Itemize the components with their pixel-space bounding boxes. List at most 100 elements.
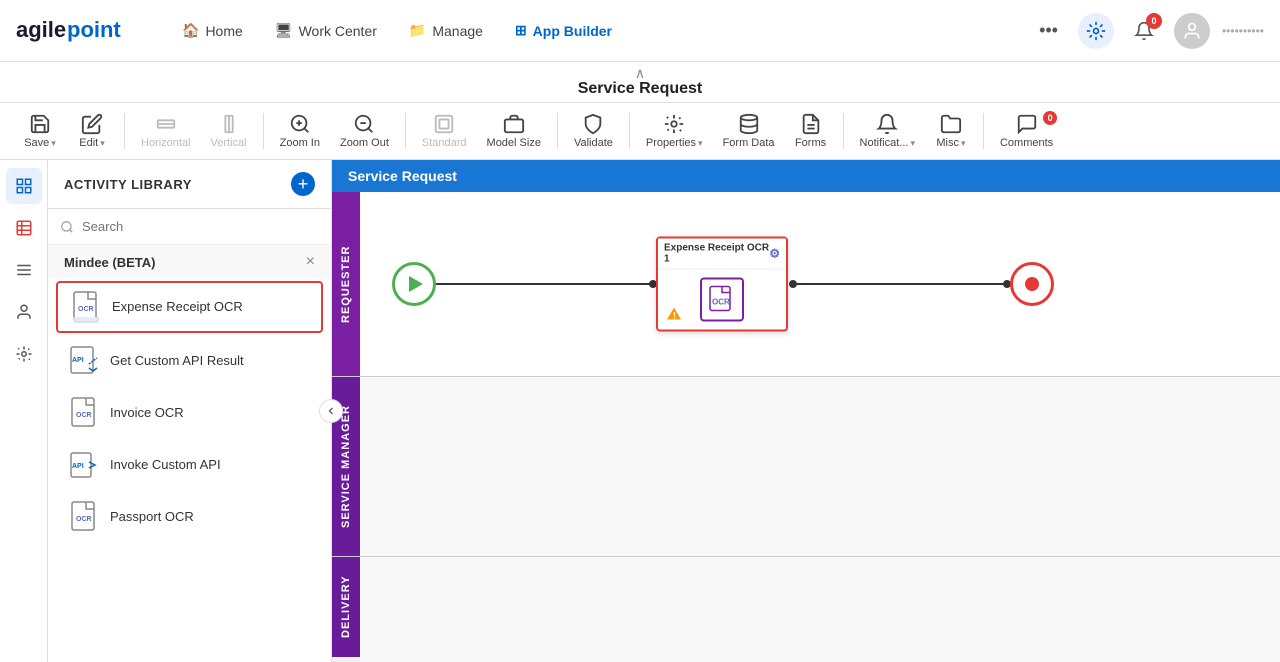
sidebar-add-btn[interactable]: + — [291, 172, 315, 196]
separator-2 — [263, 113, 264, 149]
separator-4 — [557, 113, 558, 149]
sidebar-header: ACTIVITY LIBRARY + — [48, 160, 331, 209]
nav-home-label: Home — [205, 23, 242, 39]
sidebar-section-title: Mindee (BETA) — [64, 255, 155, 270]
task-header: Expense Receipt OCR 1 ⚙ — [658, 239, 786, 270]
standard-icon — [433, 113, 455, 135]
toolbar-horizontal[interactable]: Horizontal — [133, 109, 199, 153]
toolbar-standard[interactable]: Standard — [414, 109, 475, 153]
separator-5 — [629, 113, 630, 149]
separator-6 — [843, 113, 844, 149]
notifications-icon — [876, 113, 898, 135]
search-box — [48, 209, 331, 245]
nav-home[interactable]: 🏠 Home — [168, 16, 257, 45]
delivery-lane-content[interactable] — [360, 557, 1280, 662]
task-gear-icon[interactable]: ⚙ — [769, 247, 780, 261]
start-play-icon — [409, 276, 423, 292]
toolbar-zoom-out[interactable]: Zoom Out — [332, 109, 397, 153]
zoom-in-label: Zoom In — [280, 137, 320, 149]
validate-icon — [582, 113, 604, 135]
home-icon: 🏠 — [182, 22, 199, 39]
collapse-btn[interactable]: ∧ — [0, 66, 1280, 80]
vertical-icon — [218, 113, 240, 135]
requester-lane-content[interactable]: Expense Receipt OCR 1 ⚙ OCR — [360, 192, 1280, 376]
toolbar-notifications[interactable]: Notificat... ▾ — [852, 109, 923, 153]
save-arrow: ▾ — [51, 138, 56, 149]
sidebar-title: ACTIVITY LIBRARY — [64, 177, 192, 192]
notifications-label: Notificat... — [860, 137, 909, 149]
sidebar-item-invoke-custom-api[interactable]: API Invoke Custom API — [56, 441, 323, 489]
notification-badge: 0 — [1146, 13, 1162, 29]
comments-badge: 0 — [1043, 111, 1057, 125]
svg-text:OCR: OCR — [712, 298, 730, 307]
nav-manage[interactable]: 📁 Manage — [395, 16, 497, 45]
toolbar-validate[interactable]: Validate — [566, 109, 621, 153]
save-label: Save — [24, 137, 49, 149]
get-custom-api-label: Get Custom API Result — [110, 353, 244, 370]
toolbar-properties[interactable]: Properties ▾ — [638, 109, 711, 153]
nav-app-builder[interactable]: ⊞ App Builder — [501, 16, 626, 45]
left-icon-list[interactable] — [6, 252, 42, 288]
toolbar-zoom-in[interactable]: Zoom In — [272, 109, 328, 153]
notifications-btn[interactable]: 0 — [1126, 13, 1162, 49]
delivery-label: Delivery — [332, 557, 360, 657]
form-data-icon — [738, 113, 760, 135]
nav-app-builder-label: App Builder — [533, 23, 612, 39]
nav-more-btn[interactable]: ••• — [1031, 16, 1066, 45]
service-manager-lane: Service Manager — [332, 377, 1280, 557]
comments-icon — [1016, 113, 1038, 135]
search-input[interactable] — [82, 219, 319, 234]
nav-work-center[interactable]: 🖥 Work Center — [261, 16, 391, 45]
sidebar-section-close[interactable]: × — [306, 253, 315, 271]
left-icon-user[interactable] — [6, 294, 42, 330]
grid-icon: ⊞ — [515, 22, 527, 39]
toolbar-edit[interactable]: Edit ▾ — [68, 109, 116, 153]
standard-label: Standard — [422, 137, 467, 149]
activity-library-sidebar: ACTIVITY LIBRARY + Mindee (BETA) × — [48, 160, 332, 662]
toolbar-save[interactable]: Save ▾ — [16, 109, 64, 153]
sidebar-item-expense-receipt-ocr[interactable]: OCR Expense Receipt OCR — [56, 281, 323, 333]
sidebar-collapse-btn[interactable] — [319, 399, 343, 423]
invoke-custom-api-label: Invoke Custom API — [110, 457, 221, 474]
left-icon-form[interactable] — [6, 210, 42, 246]
service-manager-lane-content[interactable] — [360, 377, 1280, 556]
start-node[interactable] — [392, 262, 436, 306]
nav-manage-label: Manage — [432, 23, 483, 39]
sidebar-section-header: Mindee (BETA) × — [48, 245, 331, 279]
toolbar-form-data[interactable]: Form Data — [715, 109, 783, 153]
task-body: OCR ! — [658, 270, 786, 330]
user-avatar[interactable] — [1174, 13, 1210, 49]
comments-label: Comments — [1000, 137, 1053, 149]
separator-7 — [983, 113, 984, 149]
sidebar-item-passport-ocr[interactable]: OCR Passport OCR — [56, 493, 323, 541]
connector-dot-2 — [789, 280, 797, 288]
passport-ocr-icon: OCR — [68, 501, 100, 533]
sidebar-item-get-custom-api[interactable]: API Get Custom API Result — [56, 337, 323, 385]
toolbar-misc[interactable]: Misc ▾ — [927, 109, 975, 153]
logo[interactable]: agile point — [16, 11, 136, 50]
folder-icon: 📁 — [409, 22, 426, 39]
end-node[interactable] — [1010, 262, 1054, 306]
left-icon-grid[interactable] — [6, 168, 42, 204]
sidebar-item-invoice-ocr[interactable]: OCR Invoice OCR — [56, 389, 323, 437]
toolbar-comments[interactable]: Comments 0 — [992, 109, 1061, 153]
left-icon-settings[interactable] — [6, 336, 42, 372]
toolbar-vertical[interactable]: Vertical — [203, 109, 255, 153]
properties-icon — [663, 113, 685, 135]
invoice-ocr-label: Invoice OCR — [110, 405, 184, 422]
ocr-task-node[interactable]: Expense Receipt OCR 1 ⚙ OCR — [656, 237, 788, 332]
ai-btn[interactable] — [1078, 13, 1114, 49]
nav-items: 🏠 Home 🖥 Work Center 📁 Manage ⊞ App Buil… — [168, 16, 1031, 45]
separator-3 — [405, 113, 406, 149]
toolbar-forms[interactable]: Forms — [787, 109, 835, 153]
toolbar-model-size[interactable]: Model Size — [479, 109, 549, 153]
separator-1 — [124, 113, 125, 149]
edit-icon — [81, 113, 103, 135]
toolbar: Save ▾ Edit ▾ Horizontal — [0, 103, 1280, 160]
svg-text:agile: agile — [16, 17, 66, 42]
horizontal-label: Horizontal — [141, 137, 191, 149]
canvas-content[interactable]: Requester — [332, 192, 1280, 662]
delivery-lane: Delivery — [332, 557, 1280, 657]
task-ocr-icon-box: OCR — [700, 278, 744, 322]
end-stop-icon — [1025, 277, 1039, 291]
